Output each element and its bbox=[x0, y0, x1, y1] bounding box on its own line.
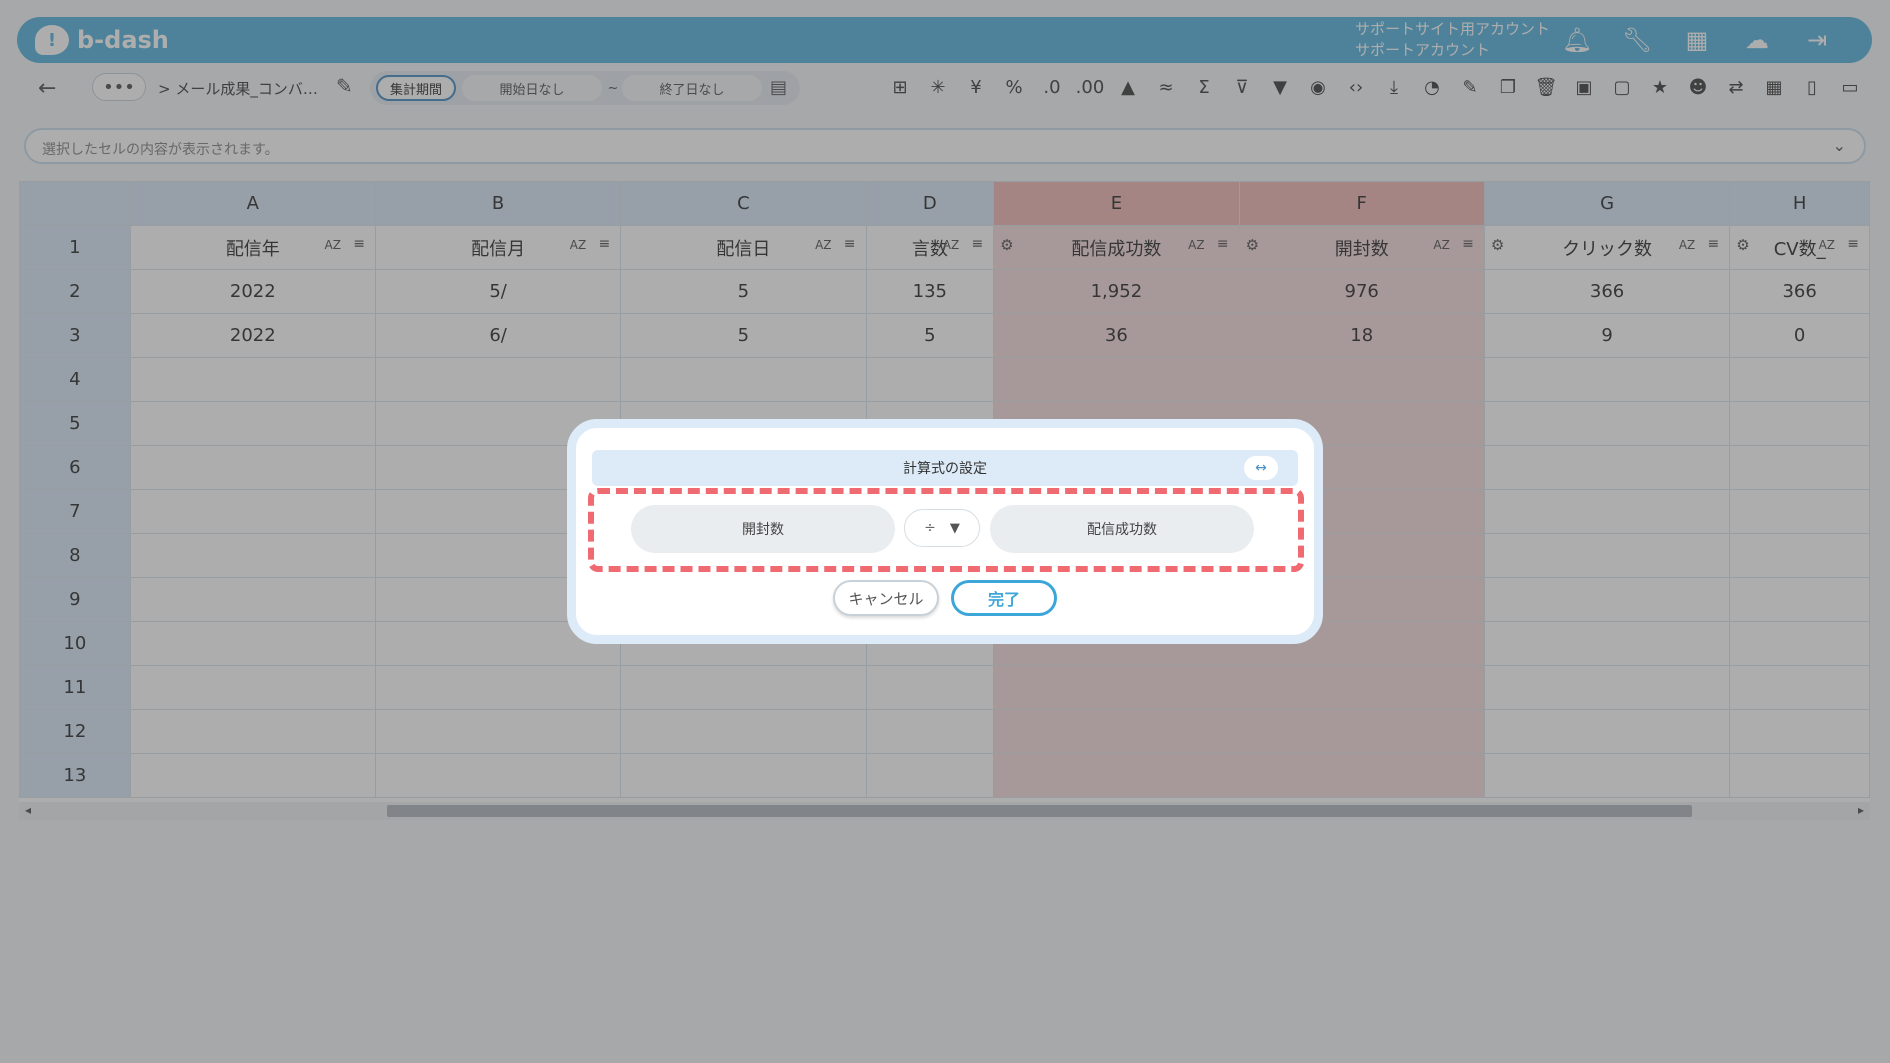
resize-icon[interactable]: ↔ bbox=[1244, 456, 1278, 480]
dialog-title: 計算式の設定 bbox=[903, 461, 987, 477]
dialog-actions: キャンセル 完了 bbox=[576, 580, 1314, 616]
chevron-down-icon: ▼ bbox=[949, 520, 960, 536]
done-button[interactable]: 完了 bbox=[951, 580, 1057, 616]
operator-select[interactable]: ÷ ▼ bbox=[904, 509, 980, 547]
right-operand-field[interactable]: 配信成功数 bbox=[990, 505, 1254, 553]
operator-value: ÷ bbox=[924, 520, 936, 536]
dialog-header: 計算式の設定 ↔ bbox=[592, 450, 1298, 486]
formula-settings-dialog: 計算式の設定 ↔ 開封数 ÷ ▼ 配信成功数 キャンセル 完了 bbox=[567, 419, 1323, 644]
cancel-button[interactable]: キャンセル bbox=[833, 580, 939, 616]
left-operand-field[interactable]: 開封数 bbox=[631, 505, 895, 553]
formula-editor: 開封数 ÷ ▼ 配信成功数 bbox=[588, 488, 1304, 572]
app-root: ! b-dash サポートサイト用アカウント サポートアカウント 🔔︎ 🔧︎ ▦… bbox=[0, 0, 1890, 1063]
